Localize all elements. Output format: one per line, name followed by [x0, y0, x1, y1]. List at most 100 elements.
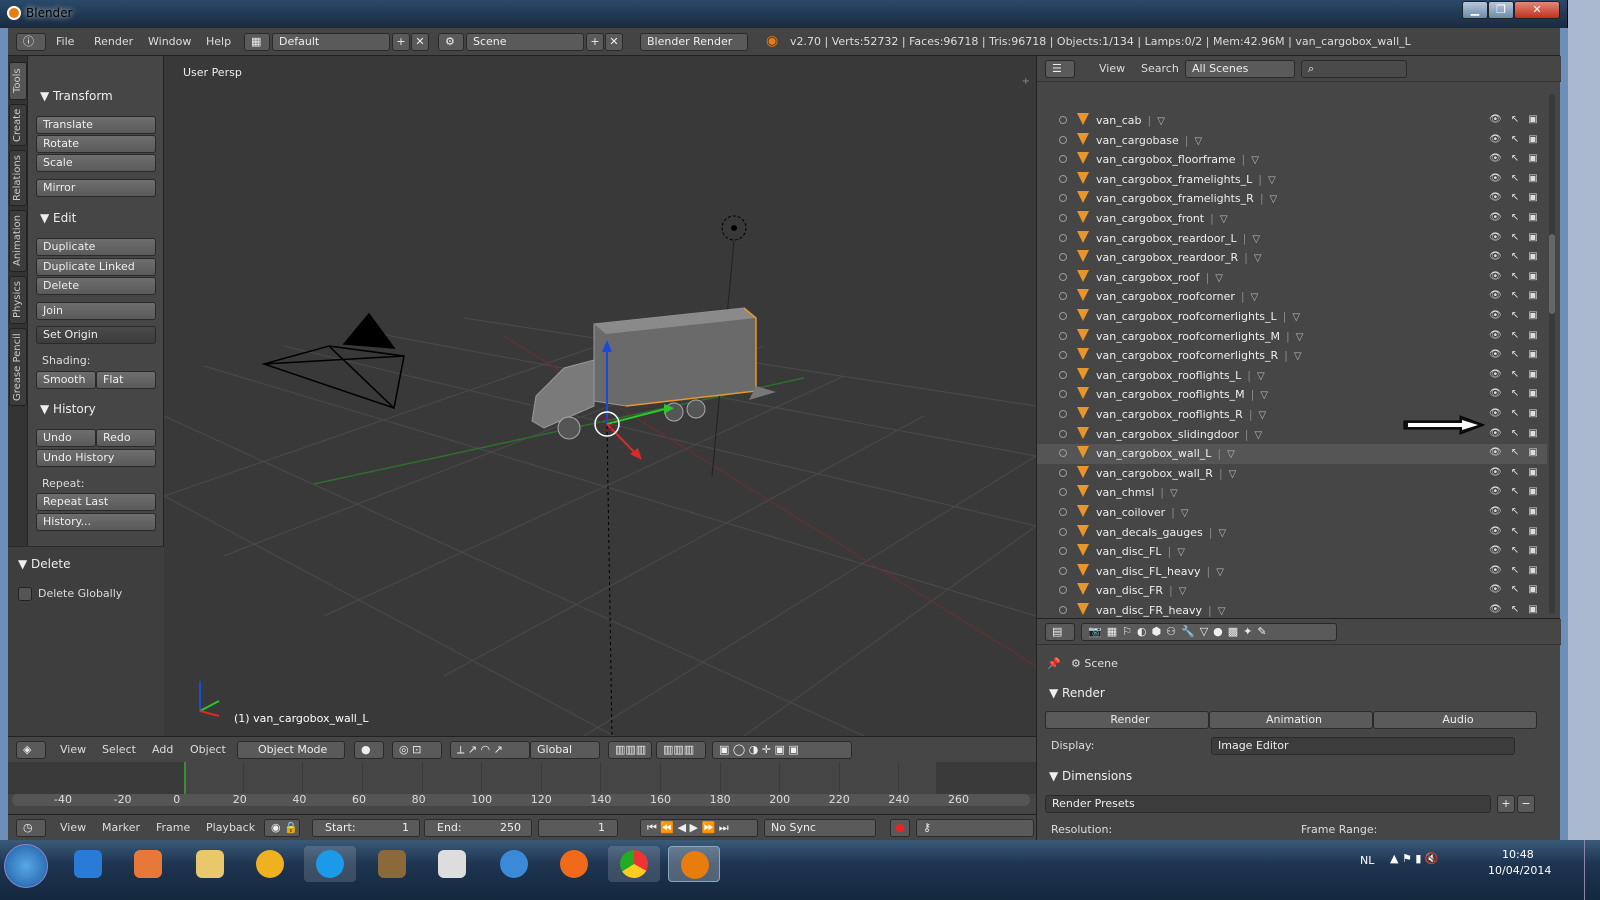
start-button[interactable] [4, 844, 48, 888]
render-panel-title[interactable]: ▼ Render [1049, 686, 1105, 700]
expand-icon[interactable] [1059, 606, 1067, 614]
selectable-cursor-icon[interactable]: ↖ [1509, 369, 1521, 381]
visibility-eye-icon[interactable]: 👁 [1489, 428, 1502, 440]
add-layout-icon[interactable]: + [392, 33, 410, 51]
outliner-item[interactable]: van_cargobase | ▽ 👁 ↖ ▣ [1037, 131, 1547, 151]
outliner-item[interactable]: van_cargobox_roof | ▽ 👁 ↖ ▣ [1037, 268, 1547, 288]
taskbar-explorer-icon[interactable] [184, 846, 236, 882]
dimensions-panel-title[interactable]: ▼ Dimensions [1049, 769, 1132, 783]
duplicate-button[interactable]: Duplicate [36, 238, 156, 256]
menu-object[interactable]: Object [190, 743, 226, 756]
selectable-cursor-icon[interactable]: ↖ [1509, 526, 1521, 538]
render-camera-icon[interactable]: ▣ [1527, 349, 1539, 361]
menu-frame[interactable]: Frame [156, 821, 190, 834]
join-button[interactable]: Join [36, 302, 156, 320]
outliner-item[interactable]: van_cargobox_front | ▽ 👁 ↖ ▣ [1037, 209, 1547, 229]
expand-icon[interactable] [1059, 508, 1067, 516]
visibility-eye-icon[interactable]: 👁 [1489, 565, 1502, 577]
end-frame-field[interactable]: End: 250 [424, 819, 532, 837]
visibility-eye-icon[interactable]: 👁 [1489, 408, 1502, 420]
layout-grid-icon[interactable]: ▦ [244, 33, 270, 51]
clock-date[interactable]: 10/04/2014 [1488, 864, 1551, 877]
visibility-eye-icon[interactable]: 👁 [1489, 467, 1502, 479]
visibility-eye-icon[interactable]: 👁 [1489, 212, 1502, 224]
render-camera-icon[interactable]: ▣ [1527, 526, 1539, 538]
outliner-item[interactable]: van_cargobox_rooflights_L | ▽ 👁 ↖ ▣ [1037, 366, 1547, 386]
menu-playback[interactable]: Playback [206, 821, 255, 834]
visibility-eye-icon[interactable]: 👁 [1489, 134, 1502, 146]
manipulator-icons[interactable]: ⟂ ↗ ◠ ↗ [450, 741, 530, 759]
delete-operator-title[interactable]: ▼ Delete [18, 557, 70, 571]
outliner-item[interactable]: van_cargobox_framelights_R | ▽ 👁 ↖ ▣ [1037, 189, 1547, 209]
minimize-button[interactable]: ▁ [1462, 1, 1488, 19]
editor-type-3d-icon[interactable]: ◈ [16, 741, 46, 759]
selectable-cursor-icon[interactable]: ↖ [1509, 114, 1521, 126]
visibility-eye-icon[interactable]: 👁 [1489, 290, 1502, 302]
menu-add[interactable]: Add [152, 743, 173, 756]
remove-scene-icon[interactable]: ✕ [605, 33, 623, 51]
selectable-cursor-icon[interactable]: ↖ [1509, 192, 1521, 204]
repeat-last-button[interactable]: Repeat Last [36, 493, 156, 511]
tab-relations[interactable]: Relations [9, 150, 27, 206]
expand-icon[interactable] [1059, 449, 1067, 458]
selectable-cursor-icon[interactable]: ↖ [1509, 388, 1521, 400]
visibility-eye-icon[interactable]: 👁 [1489, 584, 1502, 596]
selectable-cursor-icon[interactable]: ↖ [1509, 153, 1521, 165]
render-camera-icon[interactable]: ▣ [1527, 290, 1539, 302]
current-frame-marker[interactable] [184, 762, 186, 794]
tab-physics[interactable]: Physics [9, 276, 27, 324]
expand-icon[interactable] [1059, 292, 1067, 301]
expand-icon[interactable] [1059, 272, 1067, 281]
outliner-item[interactable]: van_cargobox_rooflights_M | ▽ 👁 ↖ ▣ [1037, 385, 1547, 405]
outliner-item[interactable]: van_disc_FL_heavy | ▽ 👁 ↖ ▣ [1037, 562, 1547, 582]
expand-icon[interactable] [1059, 547, 1067, 556]
expand-icon[interactable] [1059, 174, 1067, 183]
expand-icon[interactable] [1059, 468, 1067, 477]
visibility-eye-icon[interactable]: 👁 [1489, 330, 1502, 342]
close-button[interactable]: ✕ [1514, 1, 1560, 19]
editor-type-info-icon[interactable]: ⓘ [16, 33, 46, 51]
scale-button[interactable]: Scale [36, 154, 156, 172]
current-frame-field[interactable]: 1 [538, 819, 618, 837]
visibility-eye-icon[interactable]: 👁 [1489, 545, 1502, 557]
undo-history-button[interactable]: Undo History [36, 449, 156, 467]
show-desktop-button[interactable] [1584, 840, 1600, 900]
timeline-area[interactable]: -40 -20 0 20 40 60 80 100 120 140 160 180 200 220 240 2… [8, 762, 1036, 814]
transform-orientation-select[interactable]: Global [530, 741, 600, 759]
outliner-search-input[interactable]: ⌕ [1301, 60, 1407, 78]
scene-field[interactable]: Scene [466, 33, 584, 51]
render-engine-select[interactable]: Blender Render [640, 33, 748, 51]
expand-icon[interactable] [1059, 488, 1067, 497]
translate-button[interactable]: Translate [36, 116, 156, 134]
menu-help[interactable]: Help [206, 35, 231, 48]
playback-controls[interactable]: ⏮ ⏪ ◀ ▶ ⏩ ⏭ [640, 819, 758, 837]
display-select[interactable]: Image Editor [1211, 737, 1515, 755]
outliner-item[interactable]: van_disc_FL | ▽ 👁 ↖ ▣ [1037, 542, 1547, 562]
remove-layout-icon[interactable]: ✕ [411, 33, 429, 51]
selectable-cursor-icon[interactable]: ↖ [1509, 173, 1521, 185]
expand-icon[interactable] [1059, 155, 1067, 164]
pivot-point-icon[interactable]: ◎ ⊡ [392, 741, 442, 759]
outliner-filter-select[interactable]: All Scenes [1185, 60, 1295, 78]
outliner-item[interactable]: van_decals_gauges | ▽ 👁 ↖ ▣ [1037, 523, 1547, 543]
render-camera-icon[interactable]: ▣ [1527, 467, 1539, 479]
taskbar-network-icon[interactable] [488, 846, 540, 882]
tab-create[interactable]: Create [9, 104, 27, 146]
selectable-cursor-icon[interactable]: ↖ [1509, 604, 1521, 616]
outliner-item[interactable]: van_cargobox_floorframe | ▽ 👁 ↖ ▣ [1037, 150, 1547, 170]
render-camera-icon[interactable]: ▣ [1527, 271, 1539, 283]
object-mode-select[interactable]: Object Mode [237, 741, 345, 759]
taskbar-origin-icon[interactable] [548, 846, 600, 882]
sync-select[interactable]: No Sync [764, 819, 876, 837]
tab-animation[interactable]: Animation [9, 210, 27, 272]
visibility-eye-icon[interactable]: 👁 [1489, 349, 1502, 361]
visibility-eye-icon[interactable]: 👁 [1489, 369, 1502, 381]
outliner-menu-view[interactable]: View [1099, 62, 1125, 75]
render-camera-icon[interactable]: ▣ [1527, 232, 1539, 244]
selectable-cursor-icon[interactable]: ↖ [1509, 271, 1521, 283]
render-camera-icon[interactable]: ▣ [1527, 192, 1539, 204]
render-camera-icon[interactable]: ▣ [1527, 173, 1539, 185]
selectable-cursor-icon[interactable]: ↖ [1509, 506, 1521, 518]
render-camera-icon[interactable]: ▣ [1527, 212, 1539, 224]
render-button[interactable]: Render [1045, 711, 1209, 729]
